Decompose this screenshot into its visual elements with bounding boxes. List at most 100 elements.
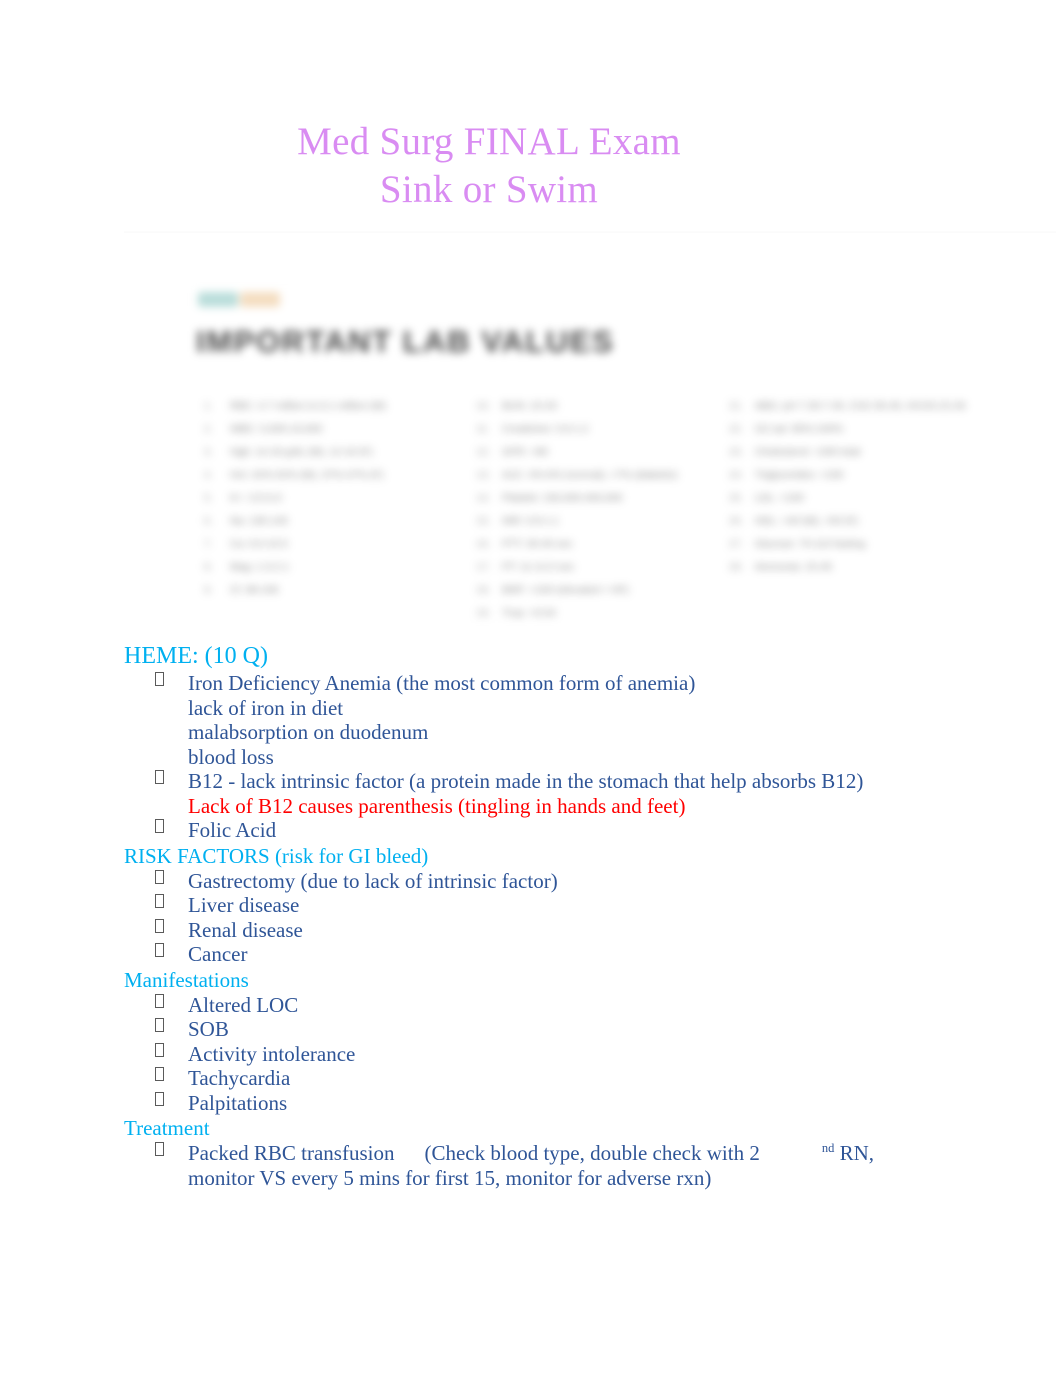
figure-item-number: 27. <box>728 538 744 550</box>
figure-item-number: 11. <box>476 423 490 435</box>
important-lab-values-image: IMPORTANT LAB VALUES 1. RBC: 4.7 million … <box>190 283 996 631</box>
figure-item-number: 4. <box>204 469 213 481</box>
figure-item-number: 22. <box>728 423 744 435</box>
list-item-subline: lack of iron in diet <box>188 695 344 720</box>
figure-list-item: 28. Ammonia: 15-45 <box>729 556 996 579</box>
list-item: Packed RBC transfusion (Check blood type,… <box>124 1141 924 1190</box>
figure-item-text: Ammonia: 15-45 <box>754 561 832 573</box>
list-item: Gastrectomy (due to lack of intrinsic fa… <box>124 869 924 894</box>
title-divider-rule <box>124 231 1056 233</box>
list-bullet-icon <box>155 672 164 686</box>
figure-list-item: 11. Creatinine: 0.6-1.2 <box>476 418 723 441</box>
list-item-text: Packed RBC transfusion (Check blood type,… <box>188 1141 924 1166</box>
figure-item-number: 16. <box>476 538 491 550</box>
list-bullet-icon <box>155 869 164 884</box>
figure-item-number: 3. <box>204 446 213 458</box>
list-item-text: Palpitations <box>188 1090 288 1115</box>
section-heading-heme: HEME: (10 Q) <box>124 643 268 669</box>
figure-item-text: Creatinine: 0.6-1.2 <box>502 423 589 435</box>
document-body: HEME: (10 Q) Iron Deficiency Anemia (the … <box>124 641 924 1190</box>
list-bullet-icon <box>155 894 164 908</box>
list-bullet-icon <box>155 1142 164 1156</box>
figure-tag-teal <box>198 292 238 307</box>
figure-list-item: 20.Albumin: 3.5-5.0 <box>476 625 723 631</box>
figure-column-1: 1. RBC: 4.7 million to 6.1 million (M) 2. W… <box>190 395 470 631</box>
figure-item-text: K+: 3.5-5.0 <box>230 492 282 504</box>
figure-list-item: 4. Hct: 42%-52% (M), 37%-47% (F) <box>204 464 470 487</box>
list-bullet-icon <box>155 1067 164 1081</box>
figure-item-text: Albumin: 3.5-5.0 <box>502 625 578 631</box>
treatment-wrap-line: monitor VS every 5 mins for first 15, mo… <box>188 1165 712 1190</box>
figure-item-number: 26. <box>728 515 744 527</box>
figure-item-number: 25. <box>728 492 744 504</box>
figure-list-item: 24. Triglycerides: <150 <box>729 464 996 487</box>
figure-item-number: 24. <box>728 469 744 481</box>
list-item-text: Tachycardia <box>188 1066 291 1090</box>
figure-list-item: 10. BUN: 10-20 <box>476 395 723 418</box>
treatment-part-1: Packed RBC transfusion <box>188 1141 395 1165</box>
list-item: Iron Deficiency Anemia (the most common … <box>124 671 924 769</box>
section-list-heme: Iron Deficiency Anemia (the most common … <box>124 671 924 843</box>
figure-item-text: Hgb: 14-18 g/dL (M), 12-16 (F) <box>230 446 373 458</box>
figure-item-number: 18. <box>476 584 491 596</box>
figure-tag-peach <box>240 292 280 307</box>
figure-list-item: 17. PT: 11-12.5 sec <box>476 556 723 579</box>
figure-item-text: Na: 135-145 <box>230 515 288 527</box>
figure-item-number: 23. <box>728 446 744 458</box>
figure-item-number: 10. <box>476 400 491 412</box>
figure-list-item: 26. HDL: >40 (M), >50 (F) <box>729 510 996 533</box>
list-item-text: Gastrectomy (due to lack of intrinsic fa… <box>188 868 558 893</box>
figure-list-item: 5. K+: 3.5-5.0 <box>204 487 470 510</box>
ordinal-superscript: nd <box>821 1141 835 1155</box>
list-item: SOB <box>124 1017 924 1042</box>
list-item: Renal disease <box>124 918 924 943</box>
list-item: Cancer <box>124 942 924 967</box>
figure-list-item: 1. RBC: 4.7 million to 6.1 million (M) <box>204 395 470 418</box>
section-list-risk-factors: Gastrectomy (due to lack of intrinsic fa… <box>124 869 924 967</box>
section-heading-treatment: Treatment <box>124 1116 210 1140</box>
list-item-text: Folic Acid <box>188 818 277 842</box>
figure-item-text: Triglycerides: <150 <box>754 469 844 481</box>
document-title-block: Med Surg FINAL Exam Sink or Swim <box>0 118 1062 214</box>
list-item: Palpitations <box>124 1091 924 1116</box>
list-item-subline: malabsorption on duodenum <box>188 720 429 744</box>
list-item: Liver disease <box>124 893 924 918</box>
treatment-part-3: RN, <box>834 1141 875 1165</box>
figure-item-text: RBC: 4.7 million to 6.1 million (M) <box>230 400 386 412</box>
figure-list-item: 7. Ca: 9.0-10.5 <box>204 533 470 556</box>
figure-list-item: 18. BNP: <100 (elevated = HF) <box>476 579 723 602</box>
figure-item-number: 8. <box>204 561 213 573</box>
figure-item-text: PTT: 30-40 sec <box>502 538 573 550</box>
figure-item-text: WBC: 5,000-10,000 <box>230 423 323 435</box>
figure-item-text: Trop: <0.04 <box>502 607 556 619</box>
figure-list-item: 3. Hgb: 14-18 g/dL (M), 12-16 (F) <box>204 441 470 464</box>
figure-item-number: 28. <box>728 561 744 573</box>
list-bullet-icon <box>155 1091 164 1106</box>
list-item-subline: blood loss <box>188 744 274 769</box>
figure-list-item: 13. A1C: 4%-6% (normal), <7% (diabetic) <box>476 464 723 487</box>
figure-list-item: 8. Mag: 1.3-2.1 <box>204 556 470 579</box>
figure-item-text: O2 sat: 95%-100% <box>754 423 844 435</box>
figure-item-text: LDL: <100 <box>754 492 804 504</box>
figure-list-item: 14. Platelet: 150,000-400,000 <box>476 487 723 510</box>
figure-list-item: 23. Cholesterol: <200 total <box>729 441 996 464</box>
list-item-text: Iron Deficiency Anemia (the most common … <box>188 671 696 695</box>
figure-list-item: 21. ABG: pH 7.35-7.45, CO2 35-45, HCO3 22… <box>729 395 996 418</box>
figure-item-text: Mag: 1.3-2.1 <box>230 561 289 573</box>
figure-list-item: 12. GFR: >90 <box>476 441 723 464</box>
document-title-line-1: Med Surg FINAL Exam <box>297 120 681 163</box>
figure-item-text: A1C: 4%-6% (normal), <7% (diabetic) <box>502 469 678 481</box>
figure-item-text: HDL: >40 (M), >50 (F) <box>754 515 859 527</box>
figure-tag-row <box>198 292 280 307</box>
figure-item-text: ABG: pH 7.35-7.45, CO2 35-45, HCO3 22-26 <box>754 400 966 412</box>
figure-item-number: 2. <box>204 423 213 435</box>
figure-item-text: Ca: 9.0-10.5 <box>230 538 288 550</box>
section-heading-risk-factors: RISK FACTORS (risk for GI bleed) <box>124 843 429 868</box>
list-item: Tachycardia <box>124 1066 924 1091</box>
list-item-text: Altered LOC <box>188 992 299 1017</box>
figure-list-item: 6. Na: 135-145 <box>204 510 470 533</box>
figure-item-text: Platelet: 150,000-400,000 <box>502 492 623 504</box>
figure-item-text: INR: 0.8-1.1 <box>502 515 559 527</box>
section-heading-manifestations: Manifestations <box>124 967 249 992</box>
figure-heading: IMPORTANT LAB VALUES <box>196 324 615 359</box>
